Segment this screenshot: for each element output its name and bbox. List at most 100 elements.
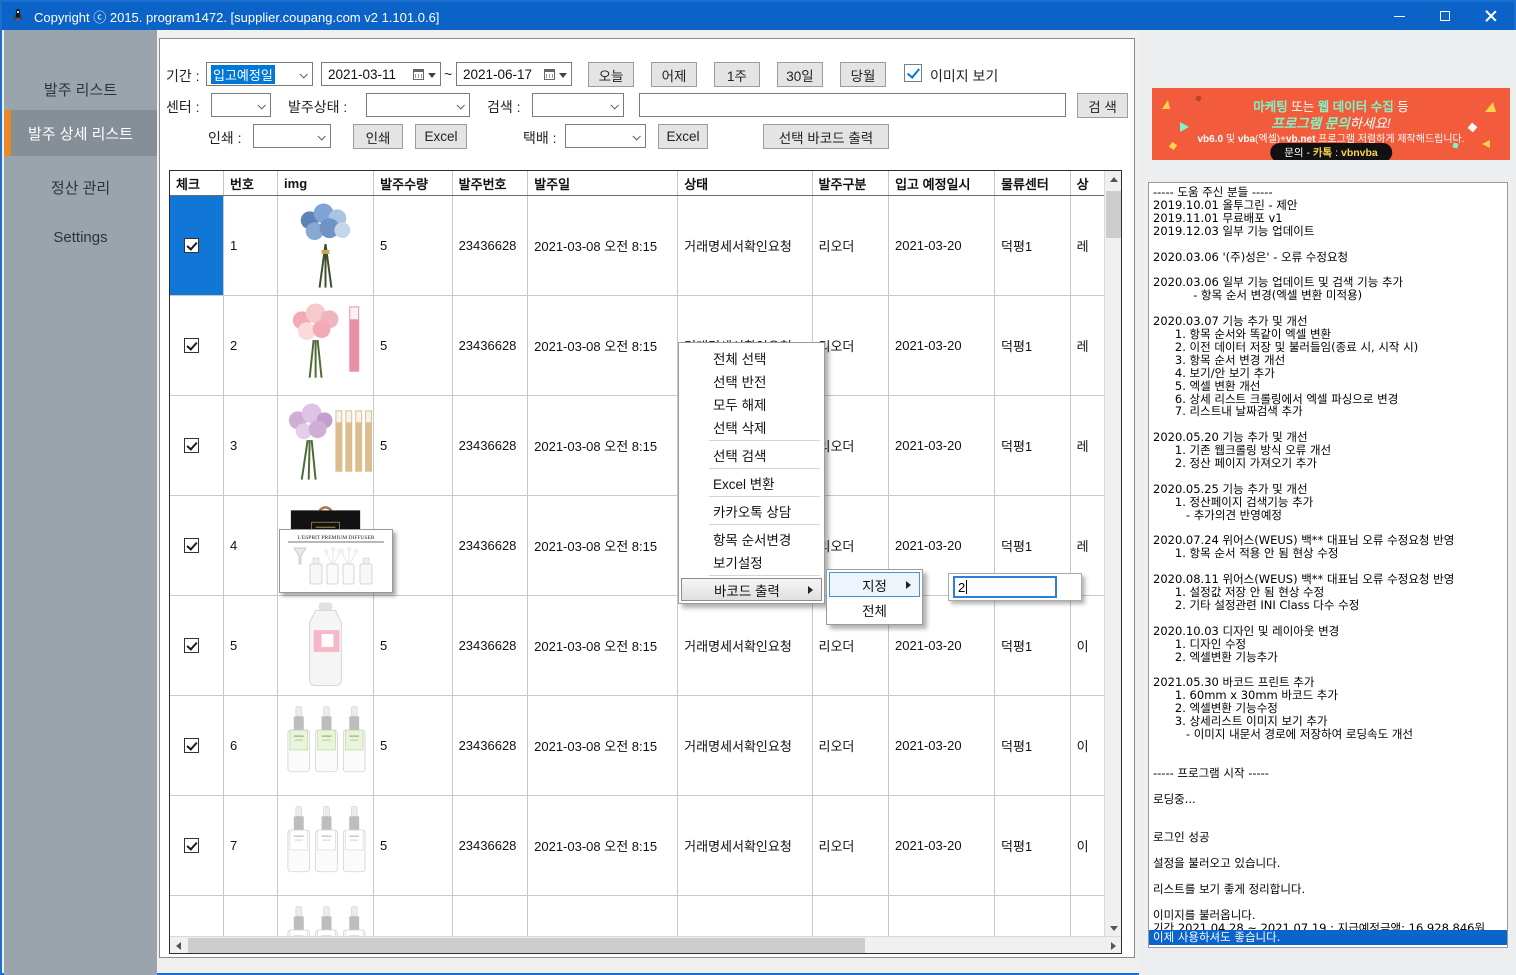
courier-combobox[interactable] xyxy=(565,124,646,148)
context-menu-item-13[interactable]: 보기설정 xyxy=(681,550,822,573)
horizontal-scrollbar[interactable] xyxy=(170,936,1122,953)
context-menu-item-10[interactable]: 카카오톡 상담 xyxy=(681,499,822,522)
period-combobox[interactable]: 입고예정일 xyxy=(206,62,313,86)
column-header-4[interactable]: 발주수량 xyxy=(374,171,453,195)
column-header-1[interactable]: 체크 xyxy=(170,171,224,195)
sidebar-item-1[interactable]: 발주 리스트 xyxy=(4,66,157,112)
quick-button-1[interactable]: 오늘 xyxy=(588,62,634,87)
cell: 거래명세서확인요청 xyxy=(678,596,812,695)
product-image[interactable] xyxy=(278,796,374,895)
print-combobox[interactable] xyxy=(253,124,331,148)
context-menu-item-8[interactable]: Excel 변환 xyxy=(681,471,822,494)
column-header-5[interactable]: 발주번호 xyxy=(453,171,529,195)
scroll-up-button[interactable] xyxy=(1105,171,1122,188)
row-checkbox-cell[interactable] xyxy=(170,196,224,295)
print-button[interactable]: 인쇄 xyxy=(353,124,403,149)
sidebar-item-2[interactable]: 발주 상세 리스트 xyxy=(4,110,157,156)
date-to-picker[interactable]: 2021-06-17 xyxy=(456,62,572,86)
product-image[interactable] xyxy=(278,696,374,795)
column-header-11[interactable]: 상 xyxy=(1071,171,1105,195)
column-header-9[interactable]: 입고 예정일시 xyxy=(889,171,995,195)
maximize-button[interactable] xyxy=(1422,2,1468,30)
submenu-item-1[interactable]: 지정 xyxy=(829,572,920,597)
row-checkbox-cell[interactable] xyxy=(170,496,224,595)
quick-button-2[interactable]: 어제 xyxy=(651,62,697,87)
row-checkbox-cell[interactable] xyxy=(170,396,224,495)
context-menu-item-barcode-print[interactable]: 바코드 출력 xyxy=(681,578,822,601)
column-header-8[interactable]: 발주구분 xyxy=(813,171,890,195)
cell: 2021-03-20 xyxy=(889,296,995,395)
column-header-3[interactable]: img xyxy=(278,171,374,195)
context-menu-item-2[interactable]: 선택 반전 xyxy=(681,369,822,392)
row-checkbox[interactable] xyxy=(184,438,199,453)
row-checkbox[interactable] xyxy=(184,738,199,753)
row-checkbox[interactable] xyxy=(184,638,199,653)
row-checkbox[interactable] xyxy=(184,838,199,853)
search-button[interactable]: 검 색 xyxy=(1077,93,1128,118)
context-menu-item-1[interactable]: 전체 선택 xyxy=(681,346,822,369)
excel-button-2[interactable]: Excel xyxy=(658,124,708,149)
product-image[interactable] xyxy=(278,196,374,295)
table-row-3[interactable]: 35234366282021-03-08 오전 8:15거래명세서확인요청리오더… xyxy=(170,396,1105,496)
search-type-combobox[interactable] xyxy=(532,93,624,117)
banner-text-segment: 카톡 xyxy=(1313,147,1332,159)
product-image[interactable] xyxy=(278,296,374,395)
banner-line-2: 프로그램 문의하세요! xyxy=(1152,112,1510,132)
scroll-left-button[interactable] xyxy=(170,937,187,954)
cell: 2 xyxy=(224,296,278,395)
context-menu-item-4[interactable]: 선택 삭제 xyxy=(681,415,822,438)
quick-button-4[interactable]: 30일 xyxy=(777,62,823,87)
cell: 5 xyxy=(374,396,453,495)
horizontal-scroll-thumb[interactable] xyxy=(188,938,865,953)
log-highlighted-line: 이제 사용하셔도 좋습니다. xyxy=(1149,930,1507,945)
vertical-scroll-thumb[interactable] xyxy=(1106,191,1121,238)
column-header-6[interactable]: 발주일 xyxy=(528,171,678,195)
row-checkbox-cell[interactable] xyxy=(170,796,224,895)
log-textbox[interactable]: ----- 도움 주신 분들 ----- 2019.10.01 올투그린 - 제… xyxy=(1148,182,1508,948)
table-row-1[interactable]: 15234366282021-03-08 오전 8:15거래명세서확인요청리오더… xyxy=(170,196,1105,296)
row-checkbox-cell[interactable] xyxy=(170,596,224,695)
row-checkbox[interactable] xyxy=(184,538,199,553)
minimize-button[interactable] xyxy=(1376,2,1422,30)
table-row-6[interactable]: 65234366282021-03-08 오전 8:15거래명세서확인요청리오더… xyxy=(170,696,1105,796)
submenu-item-2[interactable]: 전체 xyxy=(829,597,920,622)
row-checkbox-cell[interactable] xyxy=(170,296,224,395)
cell: 5 xyxy=(374,796,453,895)
center-combobox[interactable] xyxy=(211,93,271,117)
product-image[interactable] xyxy=(278,396,374,495)
row-checkbox-cell[interactable] xyxy=(170,696,224,795)
column-header-2[interactable]: 번호 xyxy=(224,171,278,195)
close-button[interactable] xyxy=(1468,2,1514,30)
context-menu-item-3[interactable]: 모두 해제 xyxy=(681,392,822,415)
ad-banner[interactable]: 마케팅 또는 웹 데이터 수집 등 프로그램 문의하세요! vb6.0 및 vb… xyxy=(1152,88,1510,160)
image-view-checkbox[interactable] xyxy=(904,64,922,82)
right-panel: 마케팅 또는 웹 데이터 수집 등 프로그램 문의하세요! vb6.0 및 vb… xyxy=(1139,30,1516,975)
row-checkbox[interactable] xyxy=(184,238,199,253)
banner-text-segment: : xyxy=(1332,147,1341,159)
table-row-2[interactable]: 25234366282021-03-08 오전 8:15거래명세서확인요청리오더… xyxy=(170,296,1105,396)
column-header-10[interactable]: 물류센터 xyxy=(995,171,1071,195)
selected-barcode-print-button[interactable]: 선택 바코드 출력 xyxy=(763,124,889,149)
sidebar-item-3[interactable]: 정산 관리 xyxy=(4,164,157,210)
table-row-5[interactable]: 55234366282021-03-08 오전 8:15거래명세서확인요청리오더… xyxy=(170,596,1105,696)
sidebar-item-4[interactable]: Settings xyxy=(4,214,157,260)
scroll-right-button[interactable] xyxy=(1105,937,1122,954)
excel-button[interactable]: Excel xyxy=(415,124,467,149)
product-image[interactable] xyxy=(278,596,374,695)
quick-button-3[interactable]: 1주 xyxy=(714,62,760,87)
cell: 5 xyxy=(224,596,278,695)
table-row-7[interactable]: 75234366282021-03-08 오전 8:15거래명세서확인요청리오더… xyxy=(170,796,1105,896)
row-checkbox[interactable] xyxy=(184,338,199,353)
quick-button-5[interactable]: 당월 xyxy=(840,62,886,87)
order-status-combobox[interactable] xyxy=(366,93,470,117)
cell: 2021-03-08 오전 8:15 xyxy=(528,596,678,695)
context-menu-item-6[interactable]: 선택 검색 xyxy=(681,443,822,466)
context-menu-item-12[interactable]: 항목 순서변경 xyxy=(681,527,822,550)
search-input[interactable] xyxy=(639,93,1066,117)
menu-separator xyxy=(709,440,820,441)
vertical-scrollbar[interactable] xyxy=(1104,171,1121,937)
barcode-count-input[interactable]: 2 xyxy=(953,576,1057,598)
date-from-picker[interactable]: 2021-03-11 xyxy=(321,62,441,86)
column-header-7[interactable]: 상태 xyxy=(678,171,812,195)
scroll-down-button[interactable] xyxy=(1105,920,1122,937)
